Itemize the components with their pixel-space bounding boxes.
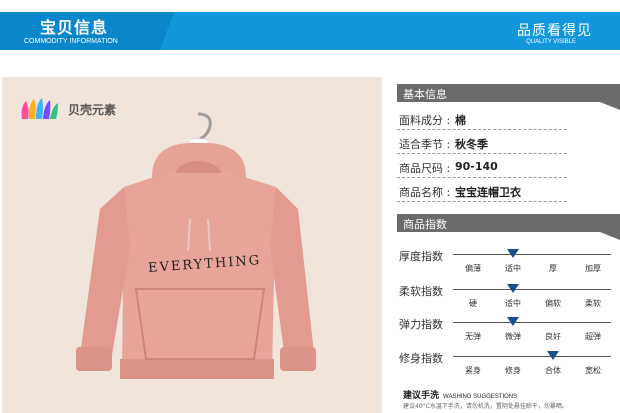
header-right-title: 品质看得见 bbox=[517, 23, 592, 39]
info-key: 商品名称 : bbox=[399, 186, 451, 199]
info-key: 适合季节 : bbox=[399, 138, 451, 151]
info-panel: 基本信息 面料成分 : 棉 适合季节 : 秋冬季 商品尺码 : 90-140 商… bbox=[397, 82, 620, 413]
info-row-size: 商品尺码 : 90-140 bbox=[397, 156, 567, 178]
metric-options: 紧身 修身 合体 宽松 bbox=[453, 365, 613, 376]
washing-text: 建议40°C水温下手洗，请勿机洗，置阴处悬挂晾干，勿暴晒。 bbox=[403, 403, 568, 410]
metric-option: 适中 bbox=[505, 299, 521, 308]
metric-option: 厚 bbox=[549, 264, 557, 273]
header-left-title: 宝贝信息 bbox=[40, 18, 109, 37]
metric-marker bbox=[507, 249, 519, 258]
info-row-season: 适合季节 : 秋冬季 bbox=[397, 132, 567, 154]
metric-scale-line bbox=[453, 322, 611, 323]
metric-option: 合体 bbox=[545, 366, 561, 375]
metric-scale-line bbox=[453, 289, 611, 290]
metric-marker bbox=[507, 317, 519, 326]
metric-option: 修身 bbox=[505, 366, 521, 375]
metric-option: 无弹 bbox=[465, 332, 481, 341]
header-banner: 宝贝信息 COMMODITY INFORMATION 品质看得见 QUALITY… bbox=[0, 0, 620, 58]
metric-label-elasticity: 弹力指数 bbox=[399, 318, 443, 331]
metric-label-thickness: 厚度指数 bbox=[399, 250, 443, 263]
washing-subtitle: WASHING SUGGESTIONS bbox=[443, 394, 518, 400]
header-left-subtitle: COMMODITY INFORMATION bbox=[24, 38, 118, 45]
metric-option: 硬 bbox=[469, 299, 477, 308]
metric-label-fit: 修身指数 bbox=[399, 352, 443, 365]
indices-title: 商品指数 bbox=[403, 218, 447, 231]
metric-option: 宽松 bbox=[585, 366, 601, 375]
metric-scale-line bbox=[453, 356, 611, 357]
metric-options: 偏薄 适中 厚 加厚 bbox=[453, 263, 613, 274]
metric-option: 良好 bbox=[545, 332, 561, 341]
header-right-subtitle: QUALITY VISIBLE bbox=[526, 39, 576, 45]
info-key: 面料成分 : bbox=[399, 114, 451, 127]
hoodie-illustration bbox=[76, 112, 316, 379]
metric-option: 加厚 bbox=[585, 264, 601, 273]
metric-option: 柔软 bbox=[585, 299, 601, 308]
info-row-name: 商品名称 : 宝宝连帽卫衣 bbox=[397, 180, 567, 202]
metric-option: 偏软 bbox=[545, 299, 561, 308]
metric-marker bbox=[507, 284, 519, 293]
info-value: 90-140 bbox=[455, 160, 498, 173]
metric-option: 紧身 bbox=[465, 366, 481, 375]
basic-info-title: 基本信息 bbox=[403, 88, 447, 101]
metric-option: 偏薄 bbox=[465, 264, 481, 273]
metric-scale-line bbox=[453, 254, 611, 255]
info-key: 商品尺码 : bbox=[399, 162, 451, 175]
metric-label-softness: 柔软指数 bbox=[399, 285, 443, 298]
info-value: 棉 bbox=[455, 114, 466, 127]
metric-option: 微弹 bbox=[505, 332, 521, 341]
metric-option: 适中 bbox=[505, 264, 521, 273]
info-value: 宝宝连帽卫衣 bbox=[455, 186, 521, 199]
product-photo: 贝壳元素 EVERYTHING bbox=[2, 77, 382, 413]
info-row-fabric: 面料成分 : 棉 bbox=[397, 108, 567, 130]
metric-options: 无弹 微弹 良好 超弹 bbox=[453, 331, 613, 342]
basic-info-header: 基本信息 bbox=[397, 84, 620, 110]
washing-title-text: 建议手洗 bbox=[403, 391, 440, 401]
metric-option: 超弹 bbox=[585, 332, 601, 341]
indices-header: 商品指数 bbox=[397, 214, 620, 240]
metric-marker bbox=[547, 351, 559, 360]
washing-title: 建议手洗 WASHING SUGGESTIONS bbox=[403, 388, 517, 401]
metric-options: 硬 适中 偏软 柔软 bbox=[453, 298, 613, 309]
info-value: 秋冬季 bbox=[455, 138, 488, 151]
